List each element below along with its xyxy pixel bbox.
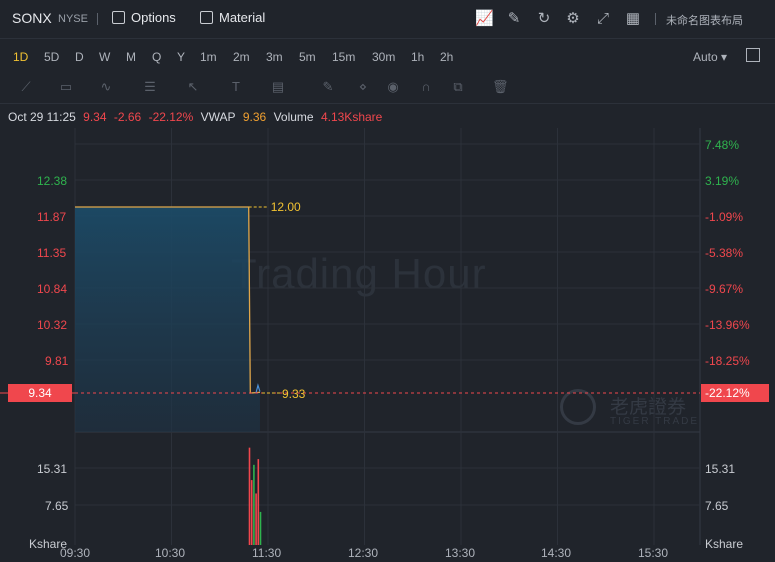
info-vwap: 9.36 — [242, 110, 267, 124]
info-volume: 4.13Kshare — [320, 110, 383, 124]
info-datetime: Oct 29 11:25 — [8, 110, 76, 124]
y-tick-left: 10.32 — [37, 318, 68, 332]
y-tick-right: -13.96% — [705, 318, 750, 332]
symbol-label[interactable]: SONX — [12, 10, 52, 26]
y-tick-left: 12.38 — [37, 174, 68, 188]
x-tick: 13:30 — [445, 546, 476, 560]
volume-bar — [257, 459, 260, 545]
tab-1m[interactable]: 1m — [200, 50, 217, 64]
draw-icon[interactable]: ✎ — [505, 10, 523, 28]
tab-30m[interactable]: 30m — [372, 50, 395, 64]
volume-tick-right: 15.31 — [705, 462, 736, 476]
x-tick: 09:30 — [60, 546, 91, 560]
x-tick: 14:30 — [541, 546, 572, 560]
x-tick: 10:30 — [155, 546, 186, 560]
magnet-icon[interactable]: ⋄ — [355, 80, 371, 94]
lock-icon[interactable]: ∩ — [418, 80, 434, 94]
trend-line-icon[interactable]: ⟋ — [18, 80, 34, 94]
scale-mode-dropdown[interactable]: Auto ▾ — [693, 50, 727, 64]
document-icon — [200, 11, 213, 24]
volume-tick-left: 15.31 — [37, 462, 68, 476]
tab-15m[interactable]: 15m — [332, 50, 355, 64]
material-label: Material — [219, 10, 266, 25]
info-price: 9.34 — [83, 110, 107, 124]
volume-tick-right: 7.65 — [705, 499, 729, 513]
y-tick-left: 9.81 — [45, 354, 69, 368]
prev-close-label: 12.00 — [271, 200, 301, 214]
toolbar-divider — [0, 103, 775, 104]
tab-d[interactable]: D — [75, 50, 84, 64]
layout-name[interactable]: 未命名图表布局 — [666, 12, 743, 28]
y-tick-right: -5.38% — [705, 246, 744, 260]
measure-icon[interactable]: ▤ — [270, 80, 286, 94]
fib-icon[interactable]: ☰ — [142, 80, 158, 94]
tab-q[interactable]: Q — [152, 50, 161, 64]
tab-y[interactable]: Y — [177, 50, 185, 64]
rectangle-icon[interactable]: ▭ — [58, 80, 74, 94]
y-tick-right: 7.48% — [705, 138, 740, 152]
refresh-icon[interactable]: ↻ — [535, 10, 553, 28]
y-tick-left: 11.35 — [37, 246, 67, 260]
y-tick-left: 10.84 — [37, 282, 68, 296]
y-tick-right: 3.19% — [705, 174, 740, 188]
settings-gear-icon[interactable]: ⚙ — [564, 10, 582, 28]
tab-2h[interactable]: 2h — [440, 50, 453, 64]
tab-3m[interactable]: 3m — [266, 50, 283, 64]
volume-tick-left: 7.65 — [45, 499, 69, 513]
wave-icon[interactable]: ∿ — [98, 80, 114, 94]
info-change: -2.66 — [113, 110, 142, 124]
y-tick-right: -18.25% — [705, 354, 750, 368]
x-tick: 12:30 — [348, 546, 379, 560]
options-button[interactable]: Options — [112, 10, 176, 25]
trash-icon[interactable]: 🗑 — [492, 80, 509, 94]
exchange-label: NYSE — [58, 13, 88, 25]
eye-icon[interactable]: ◉ — [385, 80, 401, 94]
last-label: 9.33 — [282, 387, 306, 401]
tab-5m[interactable]: 5m — [299, 50, 316, 64]
volume-bar — [248, 447, 251, 545]
volume-bar — [250, 480, 253, 545]
header-divider — [97, 13, 98, 25]
info-change-pct: -22.12% — [148, 110, 194, 124]
text-tool-icon[interactable]: T — [228, 80, 244, 94]
tab-m[interactable]: M — [126, 50, 136, 64]
x-tick: 11:30 — [252, 546, 282, 560]
last-pct-tag: -22.12% — [701, 384, 769, 402]
intraday-chart[interactable]: 12.00 9.33 — [0, 128, 775, 562]
tab-1h[interactable]: 1h — [411, 50, 424, 64]
arrow-icon[interactable]: ↖ — [185, 80, 201, 94]
tab-w[interactable]: W — [99, 50, 110, 64]
volume-unit-right: Kshare — [705, 537, 744, 551]
x-tick: 15:30 — [638, 546, 669, 560]
material-button[interactable]: Material — [200, 10, 265, 25]
y-tick-right: -1.09% — [705, 210, 744, 224]
volume-bar — [259, 511, 262, 545]
layout-grid-icon[interactable]: ▦ — [624, 10, 642, 28]
y-tick-right: -9.67% — [705, 282, 744, 296]
options-icon — [112, 11, 125, 24]
price-area-fill — [75, 207, 260, 432]
pencil-icon[interactable]: ✎ — [320, 80, 336, 94]
quote-info-line: Oct 29 11:25 9.34 -2.66 -22.12% VWAP 9.3… — [8, 110, 386, 124]
tab-2m[interactable]: 2m — [233, 50, 250, 64]
volume-bar — [255, 493, 257, 545]
tab-5d[interactable]: 5D — [44, 50, 59, 64]
last-price-tag: 9.34 — [8, 384, 72, 402]
expand-icon[interactable] — [746, 48, 760, 62]
info-vwap-label: VWAP — [200, 110, 236, 124]
options-label: Options — [131, 10, 176, 25]
y-tick-left: 11.87 — [37, 210, 67, 224]
fullscreen-icon[interactable]: ⤢ — [594, 10, 612, 28]
tab-1d[interactable]: 1D — [13, 50, 28, 64]
layout-divider — [655, 13, 656, 25]
volume-bar — [253, 464, 255, 545]
chart-type-icon[interactable]: 📈 — [475, 10, 494, 28]
clone-icon[interactable]: ⧉ — [450, 80, 466, 94]
info-volume-label: Volume — [273, 110, 314, 124]
